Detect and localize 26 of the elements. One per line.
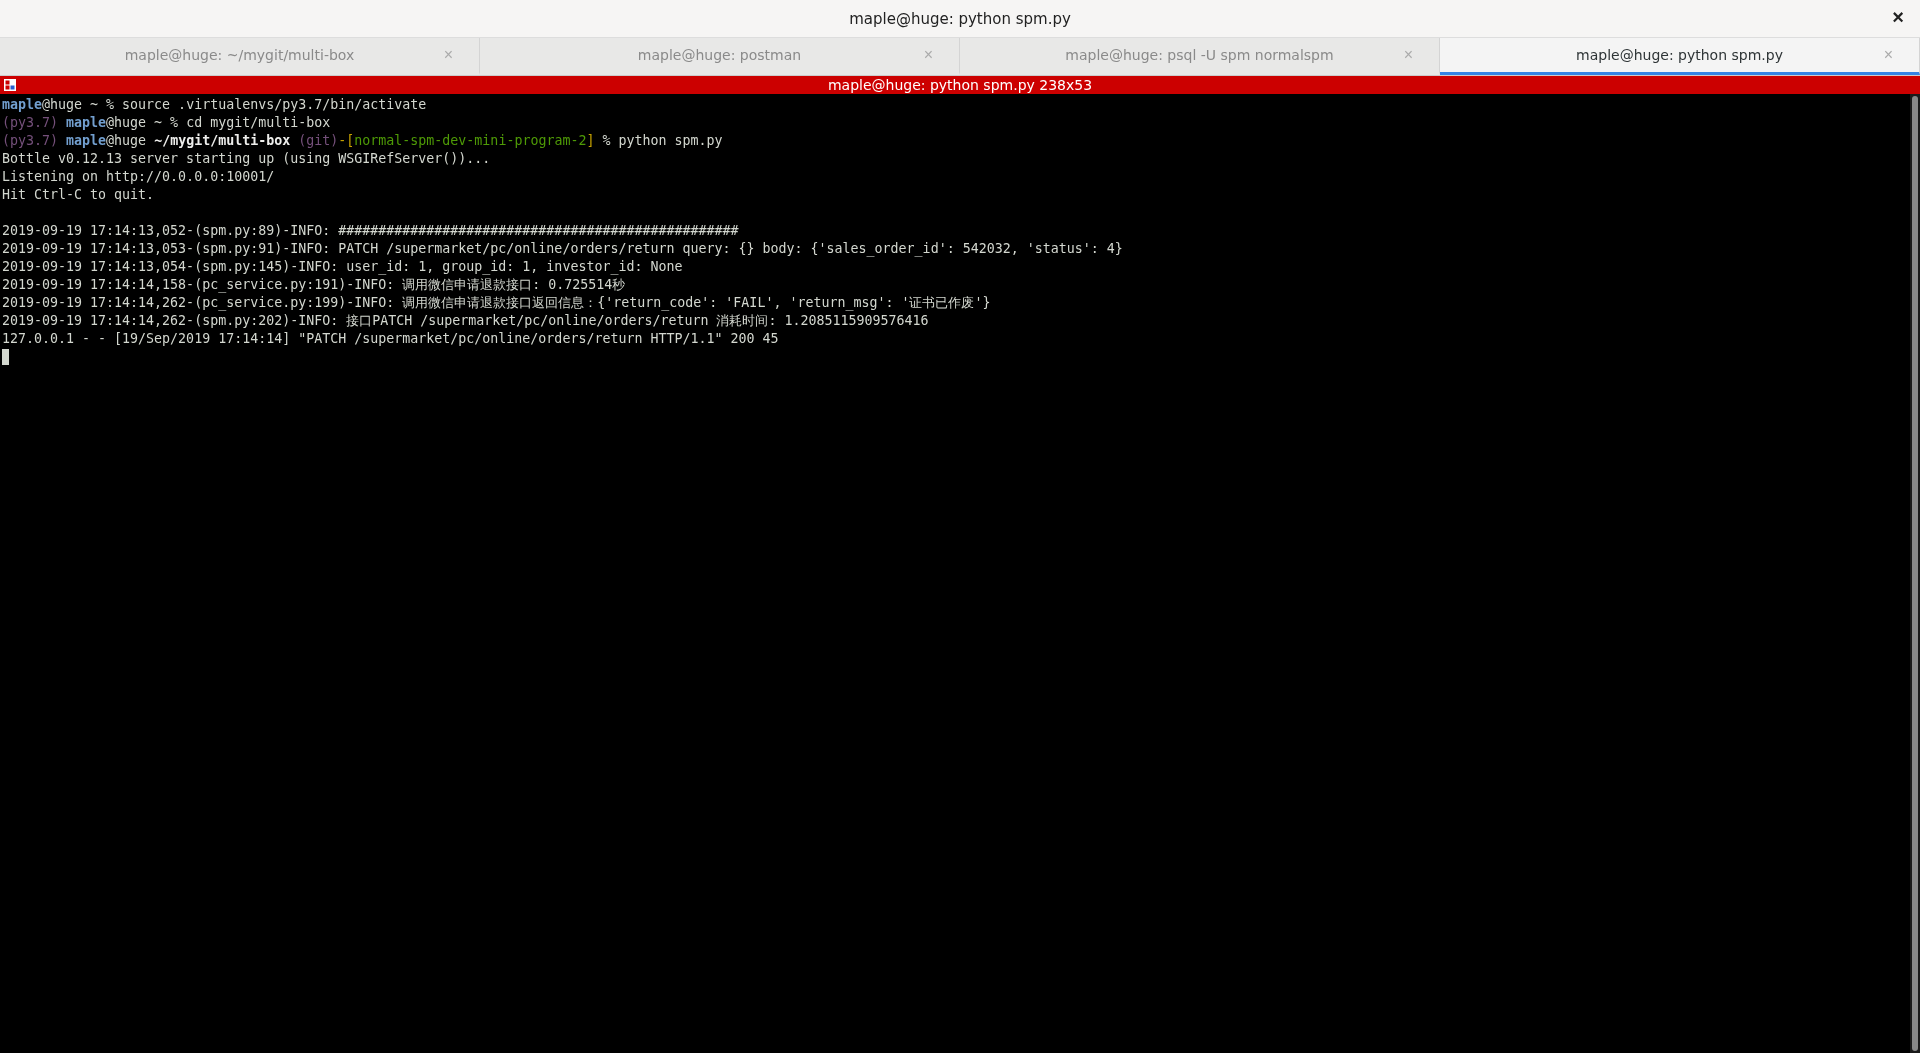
terminal-line: 2019-09-19 17:14:13,052-(spm.py:89)-INFO: ################################################## xyxy=(2,223,739,238)
terminal-line: 2019-09-19 17:14:13,054-(spm.py:145)-INFO: user_id: 1, group_id: 1, investor_id: None xyxy=(2,259,683,274)
terminal-line: Bottle v0.12.13 server starting up (using WSGIRefServer())... xyxy=(2,151,491,166)
terminal-line: 2019-09-19 17:14:14,158-(pc_service.py:191)-INFO: 调用微信申请退款接口: 0.725514秒 xyxy=(2,277,626,292)
terminal-line: Hit Ctrl-C to quit. xyxy=(2,187,155,202)
terminal-line: maple@huge ~ % source .virtualenvs/py3.7/bin/activate xyxy=(2,97,427,112)
tab-close-button[interactable]: × xyxy=(917,45,939,65)
tab-close-button[interactable]: × xyxy=(1397,45,1419,65)
split-pane-icon[interactable] xyxy=(4,79,16,91)
close-button[interactable]: × xyxy=(1886,6,1910,29)
tab-close-button[interactable]: × xyxy=(1877,45,1899,65)
terminal-tab[interactable]: maple@huge: python spm.py × xyxy=(1440,38,1920,75)
terminal-line: 2019-09-19 17:14:14,262-(pc_service.py:199)-INFO: 调用微信申请退款接口返回信息：{'return_code': 'FAIL', 'return_msg': '证书已作废'} xyxy=(2,295,991,310)
terminal-line: 2019-09-19 17:14:13,053-(spm.py:91)-INFO: PATCH /supermarket/pc/online/orders/return query: {} body: {'sales_order_id': 542032, 'status': 4} xyxy=(2,241,1123,256)
terminal-line: Listening on http://0.0.0.0:10001/ xyxy=(2,169,275,184)
text-cursor xyxy=(2,349,9,365)
terminal-line: (py3.7) maple@huge ~/mygit/multi-box (git)-[normal-spm-dev-mini-program-2] % python spm.py xyxy=(2,133,723,148)
terminal-line: 127.0.0.1 - - [19/Sep/2019 17:14:14] "PATCH /supermarket/pc/online/orders/return HTTP/1.1" 200 45 xyxy=(2,331,779,346)
window-title: maple@huge: python spm.py xyxy=(849,9,1071,28)
pane-title: maple@huge: python spm.py 238x53 xyxy=(827,77,1093,93)
tab-close-button[interactable]: × xyxy=(437,45,459,65)
terminal-tab[interactable]: maple@huge: ~/mygit/multi-box × xyxy=(0,38,480,75)
terminal-line: (py3.7) maple@huge ~ % cd mygit/multi-box xyxy=(2,115,331,130)
scrollbar[interactable] xyxy=(1910,94,1920,1053)
terminal-line: 2019-09-19 17:14:14,262-(spm.py:202)-INFO: 接口PATCH /supermarket/pc/online/orders/return 消耗时间: 1.2085115909576416 xyxy=(2,313,929,328)
terminal-tab[interactable]: maple@huge: postman × xyxy=(480,38,960,75)
